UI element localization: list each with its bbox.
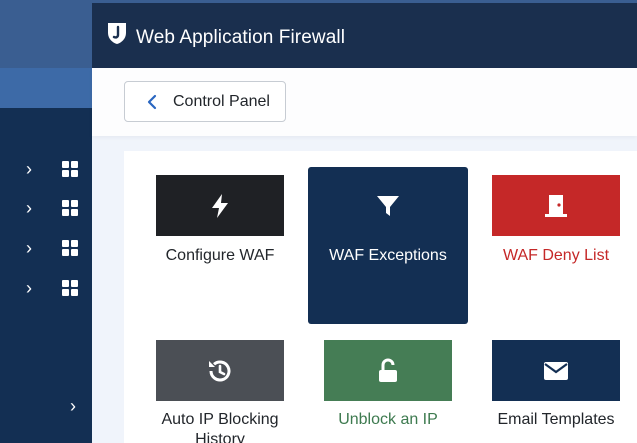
history-icon: [209, 360, 231, 381]
sidebar-item-2[interactable]: ›: [26, 196, 86, 220]
bolt-icon: [212, 193, 228, 218]
grid-icon: [62, 200, 78, 216]
tile-label: Auto IP Blocking History: [161, 411, 279, 443]
door-icon: [545, 194, 567, 217]
sidebar-active-item[interactable]: [0, 68, 92, 108]
tile-icon-box: [492, 175, 620, 236]
tile-label: Email Templates: [497, 411, 615, 428]
tile-icon-box: [156, 175, 284, 236]
sidebar-toggle-button[interactable]: ›: [70, 396, 76, 417]
tile-icon-box: [324, 175, 452, 236]
chevron-right-icon: ›: [26, 278, 32, 298]
joomla-shield-logo: [108, 23, 126, 44]
grid-icon: [62, 161, 78, 177]
chevron-right-icon: ›: [26, 238, 32, 258]
control-panel-back-button[interactable]: Control Panel: [124, 81, 286, 122]
toolbar: Control Panel: [92, 68, 637, 136]
grid-icon: [62, 240, 78, 256]
sidebar-item-4[interactable]: ›: [26, 276, 86, 300]
chevron-left-icon: [147, 94, 157, 109]
sidebar-item-3[interactable]: ›: [26, 236, 86, 260]
tile-label: WAF Exceptions: [329, 247, 447, 264]
chevron-right-icon: ›: [26, 198, 32, 218]
back-button-label: Control Panel: [173, 92, 270, 110]
filter-icon: [377, 195, 399, 216]
chevron-right-icon: ›: [26, 159, 32, 179]
tile-label: Unblock an IP: [338, 411, 438, 428]
page-title: Web Application Firewall: [136, 27, 346, 48]
envelope-icon: [544, 361, 568, 380]
tile-icon-box: [156, 340, 284, 401]
tile-icon-box: [492, 340, 620, 401]
tile-label: Configure WAF: [165, 247, 275, 264]
sidebar-top: [0, 0, 92, 68]
sidebar-item-1[interactable]: ›: [26, 157, 86, 181]
tile-icon-box: [324, 340, 452, 401]
grid-icon: [62, 280, 78, 296]
tile-label: WAF Deny List: [502, 247, 610, 264]
header: Web Application Firewall: [92, 0, 637, 68]
unlock-icon: [379, 358, 397, 382]
sidebar: › › › › ›: [0, 0, 92, 443]
